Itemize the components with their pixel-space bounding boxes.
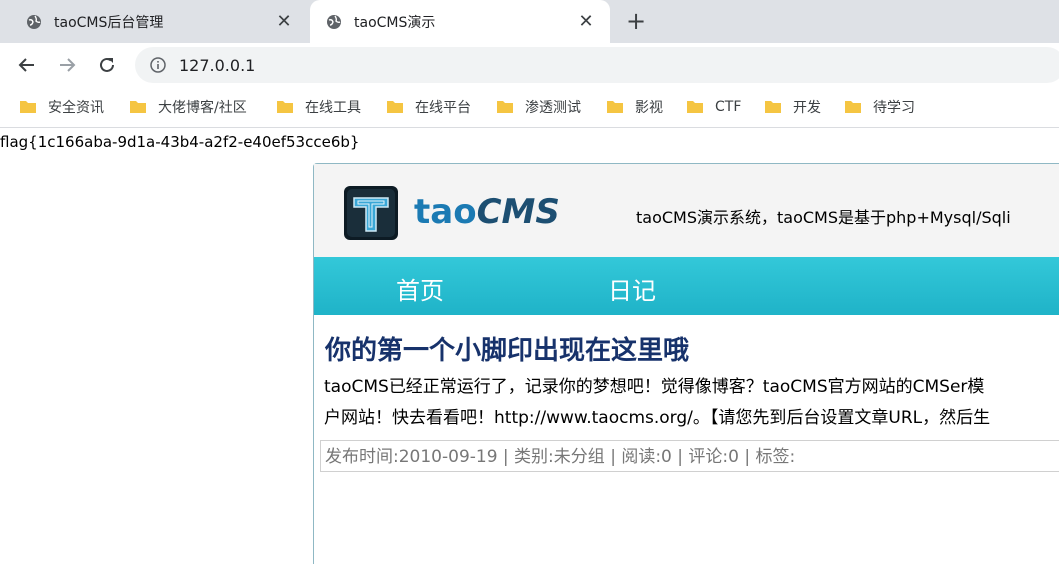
nav-home[interactable]: 首页 [396,271,444,306]
globe-icon [326,14,342,30]
back-arrow-icon [18,58,34,72]
taocms-logo-icon[interactable] [344,186,398,240]
tab-taocms-admin[interactable]: taoCMS后台管理 ✕ [0,0,308,43]
folder-icon [130,101,146,113]
tab-title: taoCMS演示 [354,14,436,31]
post-body-line: 户网站！快去看看吧！http://www.taocms.org/。【请您先到后台… [324,408,991,428]
bookmark-folder[interactable]: 待学习 [845,86,915,127]
bookmark-folder[interactable]: 渗透测试 [497,86,581,127]
bookmark-folder[interactable]: 在线工具 [277,86,361,127]
reload-icon [100,57,114,72]
bookmark-folder[interactable]: 大佬博客/社区 [130,86,247,127]
logo-tao: tao [414,192,477,232]
tab-taocms-demo[interactable]: taoCMS演示 ✕ [310,0,610,43]
info-icon[interactable] [149,56,167,74]
site-header: taoCMS taoCMS演示系统，taoCMS是基于php+Mysql/Sql… [314,164,1059,257]
post-meta: 发布时间:2010-09-19 | 类别:未分组 | 阅读:0 | 评论:0 |… [320,440,1059,472]
bookmark-folder[interactable]: 影视 [607,86,663,127]
forward-button[interactable] [53,51,81,79]
tab-title: taoCMS后台管理 [54,14,164,31]
reload-button[interactable] [93,51,121,79]
bookmark-folder[interactable]: CTF [687,86,741,127]
browser-toolbar: 127.0.0.1 [0,43,1059,86]
bookmark-label: 大佬博客/社区 [158,99,247,116]
post-body-line: taoCMS已经正常运行了，记录你的梦想吧！觉得像博客？taoCMS官方网站的C… [324,377,985,397]
folder-icon [387,101,403,113]
folder-icon [20,101,36,113]
address-bar[interactable]: 127.0.0.1 [135,47,1059,83]
bookmark-folder[interactable]: 开发 [765,86,821,127]
globe-icon [26,14,42,30]
post-title[interactable]: 你的第一个小脚印出现在这里哦 [325,330,689,367]
back-button[interactable] [13,51,41,79]
site-tagline: taoCMS演示系统，taoCMS是基于php+Mysql/Sqli [636,208,1011,227]
bookmark-label: 安全资讯 [48,99,104,116]
forward-arrow-icon [60,58,76,72]
taocms-site: taoCMS taoCMS演示系统，taoCMS是基于php+Mysql/Sql… [313,163,1059,564]
folder-icon [497,101,513,113]
bookmark-label: 在线平台 [415,99,471,116]
folder-icon [277,101,293,113]
tab-strip: taoCMS后台管理 ✕ taoCMS演示 ✕ + [0,0,1059,43]
new-tab-button[interactable]: + [622,7,650,35]
url-text: 127.0.0.1 [179,55,256,75]
site-nav: 首页 日记 [314,257,1059,315]
folder-icon [765,101,781,113]
flag-text: flag{1c166aba-9d1a-43b4-a2f2-e40ef53cce6… [0,133,360,151]
post-body: taoCMS已经正常运行了，记录你的梦想吧！觉得像博客？taoCMS官方网站的C… [324,372,1059,434]
site-logo-text[interactable]: taoCMS [414,192,560,232]
bookmarks-bar: 安全资讯 大佬博客/社区 在线工具 在线平台 渗透测试 影视 CTF 开发 待学… [0,86,1059,128]
bookmark-folder[interactable]: 在线平台 [387,86,471,127]
logo-cms: CMS [476,192,560,232]
bookmark-label: CTF [715,98,742,115]
nav-diary[interactable]: 日记 [608,271,656,306]
bookmark-label: 开发 [793,99,821,116]
close-tab-icon[interactable]: ✕ [572,11,600,32]
bookmark-label: 待学习 [873,99,915,116]
folder-icon [607,101,623,113]
bookmark-label: 影视 [635,99,663,116]
bookmark-label: 渗透测试 [525,99,581,116]
folder-icon [687,101,703,113]
close-tab-icon[interactable]: ✕ [270,11,298,32]
folder-icon [845,101,861,113]
bookmark-label: 在线工具 [305,99,361,116]
bookmark-folder[interactable]: 安全资讯 [20,86,104,127]
